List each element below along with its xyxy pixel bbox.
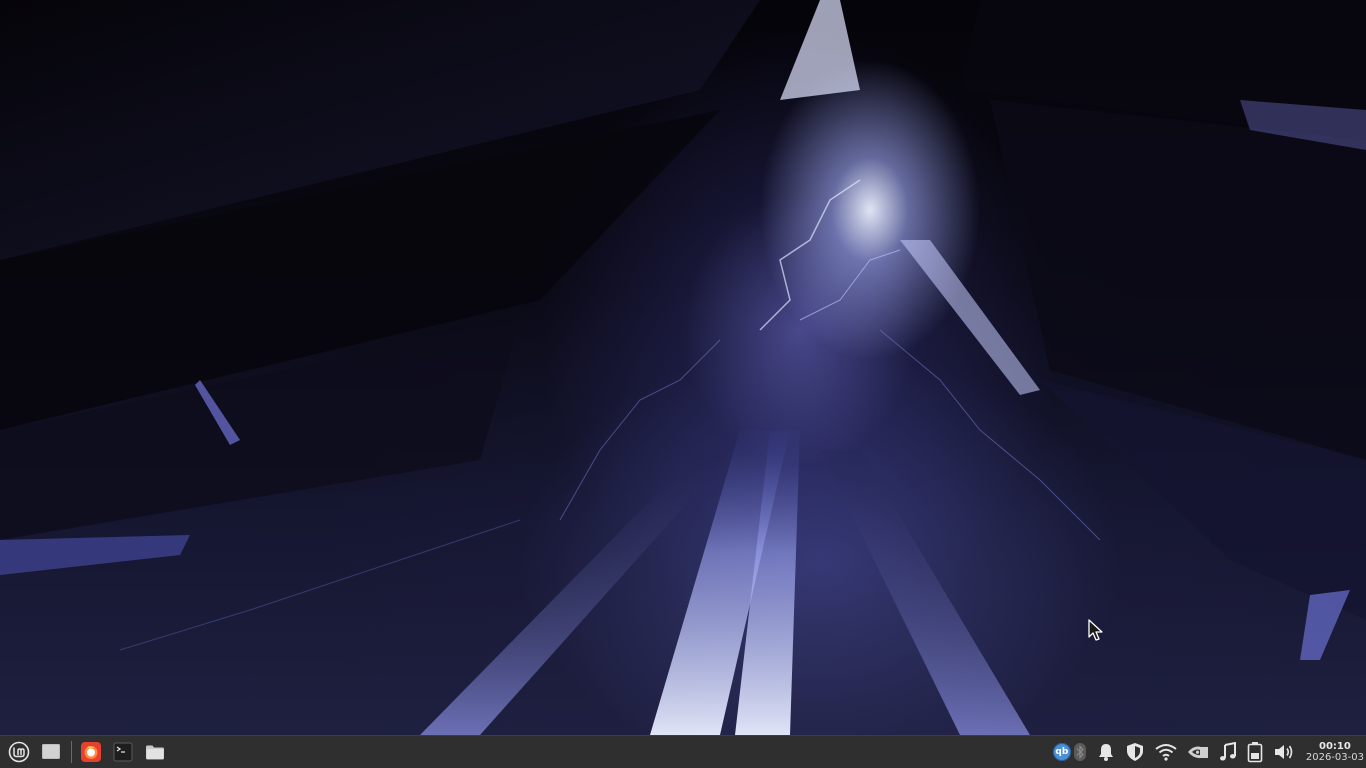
shield-icon <box>1126 743 1143 761</box>
qbittorrent-icon: qb <box>1052 743 1071 761</box>
files-launcher-button[interactable] <box>140 737 170 767</box>
clock-time: 00:10 <box>1319 741 1351 752</box>
power-tray-button[interactable] <box>1247 737 1263 767</box>
qbittorrent-tray-button[interactable]: qb <box>1052 737 1071 767</box>
bluetooth-tray-button[interactable] <box>1073 737 1087 767</box>
clock-date: 2026-03-03 <box>1305 752 1364 763</box>
nvidia-tray-button[interactable] <box>1187 737 1209 767</box>
show-desktop-button[interactable] <box>36 737 66 767</box>
taskbar-panel: qb 00:10 2026-03-03 <box>0 735 1366 768</box>
notifications-tray-button[interactable] <box>1097 737 1115 767</box>
network-tray-button[interactable] <box>1155 737 1177 767</box>
taskbar-separator <box>71 741 72 763</box>
nvidia-icon <box>1187 746 1208 759</box>
mouse-pointer-icon <box>1088 619 1103 641</box>
update-manager-tray-button[interactable] <box>1125 737 1145 767</box>
bluetooth-icon <box>1073 743 1086 761</box>
linux-mint-logo-icon <box>8 741 30 763</box>
taskbar-launchers <box>0 736 172 768</box>
media-player-tray-button[interactable] <box>1219 737 1237 767</box>
firefox-launcher-button[interactable] <box>76 737 106 767</box>
desktop-icon <box>42 744 60 759</box>
system-tray: qb 00:10 2026-03-03 <box>1048 736 1366 768</box>
taskbar-clock[interactable]: 00:10 2026-03-03 <box>1306 741 1364 763</box>
wifi-icon <box>1155 744 1177 761</box>
music-icon <box>1219 742 1236 761</box>
desktop-wallpaper <box>0 0 1366 735</box>
mint-menu-button[interactable] <box>4 737 34 767</box>
bell-icon <box>1098 744 1113 761</box>
qbittorrent-label: qb <box>1055 747 1069 757</box>
sound-tray-button[interactable] <box>1273 737 1295 767</box>
battery-icon <box>1247 742 1263 763</box>
abstract-wallpaper-art <box>0 0 1366 735</box>
firefox-icon <box>81 742 101 762</box>
volume-icon <box>1274 745 1293 759</box>
terminal-launcher-button[interactable] <box>108 737 138 767</box>
terminal-icon <box>113 742 133 762</box>
folder-icon <box>146 745 164 760</box>
